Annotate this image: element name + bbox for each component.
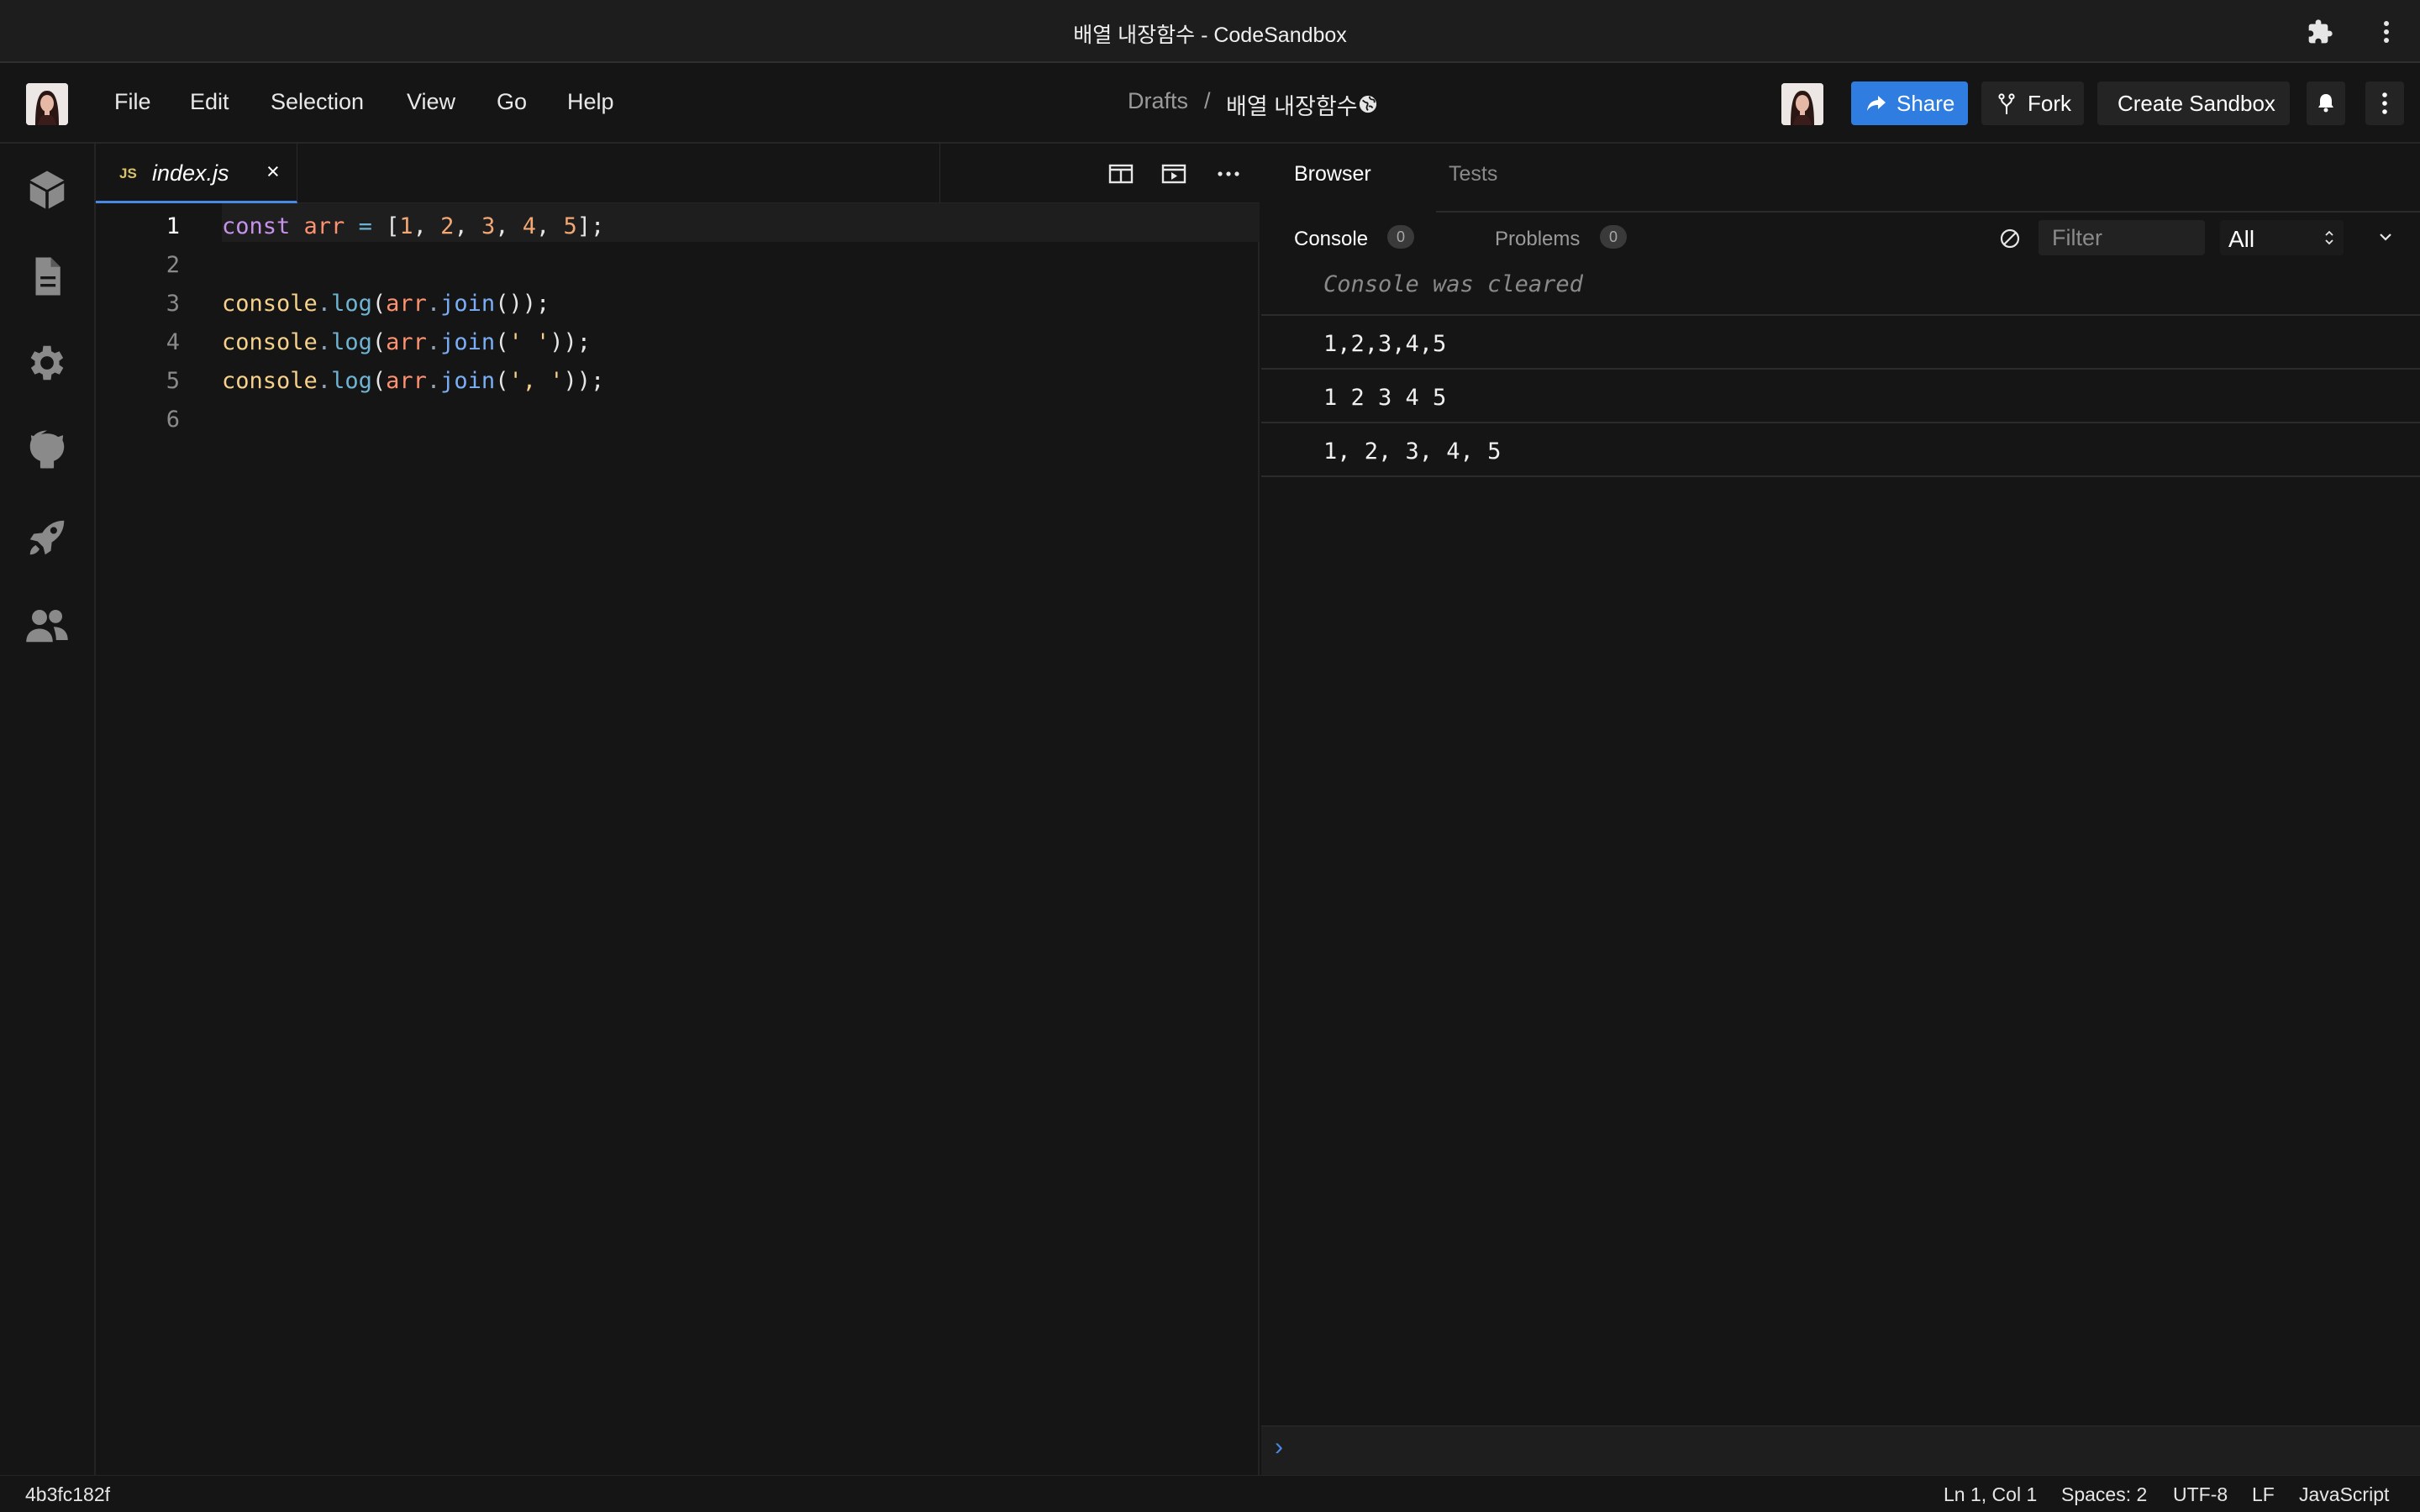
more-icon: [2380, 92, 2390, 115]
notifications-button[interactable]: [2307, 81, 2345, 125]
users-icon[interactable]: [24, 602, 70, 648]
box-icon[interactable]: [24, 167, 70, 213]
clear-console-icon[interactable]: [1999, 228, 2021, 249]
preview-tab-bar: [1261, 144, 2420, 213]
line-number: 1: [166, 213, 180, 239]
tab-tests[interactable]: Tests: [1449, 162, 1497, 186]
code-line-4: console.log(arr.join(' '));: [222, 329, 592, 355]
window-title: 배열 내장함수 - CodeSandbox: [1073, 24, 1347, 47]
line-ending[interactable]: LF: [2252, 1483, 2275, 1506]
extensions-icon[interactable]: [2307, 18, 2333, 45]
preview-panel: Browser Tests Console 0 Problems 0 Filte…: [1261, 144, 2420, 1475]
console-filter-input[interactable]: Filter: [2039, 220, 2205, 255]
tab-filename: index.js: [152, 160, 229, 186]
indentation[interactable]: Spaces: 2: [2061, 1483, 2147, 1506]
console-prompt-icon: ›: [1275, 1433, 1283, 1461]
share-button[interactable]: Share: [1851, 81, 1968, 125]
code-line-3: console.log(arr.join());: [222, 291, 550, 317]
tab-close-icon[interactable]: ×: [266, 159, 280, 185]
split-view-icon[interactable]: [1107, 160, 1134, 187]
code-editor: JS index.js × 1 2 3 4 5 6 const arr = [1…: [96, 144, 1260, 1475]
select-arrows-icon: [2324, 228, 2334, 247]
cursor-position[interactable]: Ln 1, Col 1: [1944, 1483, 2037, 1506]
menu-edit[interactable]: Edit: [190, 89, 229, 115]
title-bar: 배열 내장함수 - CodeSandbox: [0, 0, 2420, 63]
line-number: 3: [166, 291, 180, 317]
console-log-entry: 1,2,3,4,5: [1261, 316, 2420, 370]
activity-bar: [0, 144, 96, 1475]
menu-help[interactable]: Help: [567, 89, 614, 115]
status-bar: 4b3fc182f Ln 1, Col 1 Spaces: 2 UTF-8 LF…: [0, 1475, 2420, 1512]
console-input[interactable]: ›: [1261, 1425, 2420, 1475]
menu-go[interactable]: Go: [497, 89, 527, 115]
line-number: 4: [166, 329, 180, 355]
create-sandbox-button[interactable]: Create Sandbox: [2097, 81, 2290, 125]
console-cleared-message: Console was cleared: [1323, 271, 1583, 297]
editor-tab-bar: JS index.js ×: [96, 144, 1260, 203]
share-label: Share: [1897, 91, 1955, 116]
user-avatar[interactable]: [26, 83, 68, 125]
breadcrumb-drafts[interactable]: Drafts: [1128, 88, 1188, 114]
commit-hash: 4b3fc182f: [25, 1483, 111, 1505]
owner-avatar[interactable]: [1781, 83, 1823, 125]
file-encoding[interactable]: UTF-8: [2173, 1483, 2228, 1506]
split-editor-icon[interactable]: [939, 144, 940, 203]
editor-more-icon[interactable]: [1215, 160, 1242, 187]
log-level-value: All: [2228, 226, 2255, 252]
collapse-console-icon[interactable]: [2376, 228, 2395, 246]
rocket-icon[interactable]: [24, 515, 70, 560]
fork-icon: [1998, 93, 2015, 115]
menu-selection[interactable]: Selection: [271, 89, 364, 115]
code-line-1: const arr = [1, 2, 3, 4, 5];: [222, 213, 605, 239]
tab-console[interactable]: Console: [1294, 228, 1368, 251]
sandbox-name[interactable]: 배열 내장함수: [1226, 88, 1358, 121]
more-actions-button[interactable]: [2365, 81, 2404, 125]
console-log-text: 1, 2, 3, 4, 5: [1323, 438, 1502, 465]
menu-view[interactable]: View: [407, 89, 455, 115]
gear-icon[interactable]: [24, 340, 70, 386]
log-level-select[interactable]: All: [2220, 220, 2344, 255]
create-sandbox-label: Create Sandbox: [2118, 91, 2275, 116]
file-icon[interactable]: [24, 254, 70, 299]
fork-button[interactable]: Fork: [1981, 81, 2084, 125]
console-log-text: 1 2 3 4 5: [1323, 385, 1447, 411]
bell-icon: [2317, 92, 2335, 113]
menu-bar: File Edit Selection View Go Help Drafts …: [0, 63, 2420, 144]
tab-browser[interactable]: Browser: [1294, 162, 1371, 186]
share-icon: [1866, 94, 1886, 113]
fork-label: Fork: [2028, 91, 2071, 116]
console-log-entry: 1 2 3 4 5: [1261, 370, 2420, 423]
language-mode[interactable]: JavaScript: [2299, 1483, 2389, 1506]
console-count-badge: 0: [1387, 225, 1414, 249]
github-icon[interactable]: [24, 427, 70, 472]
line-number: 5: [166, 368, 180, 394]
preview-icon[interactable]: [1160, 160, 1187, 187]
line-number: 6: [166, 407, 180, 433]
code-line-5: console.log(arr.join(', '));: [222, 368, 605, 394]
browser-tab-underline: [1261, 211, 1436, 213]
tab-problems[interactable]: Problems: [1495, 228, 1580, 251]
line-number: 2: [166, 252, 180, 278]
problems-count-badge: 0: [1600, 225, 1627, 249]
window-more-icon[interactable]: [2376, 18, 2396, 45]
tab-index-js[interactable]: JS index.js ×: [96, 144, 297, 203]
menu-file[interactable]: File: [114, 89, 151, 115]
console-log-entry: 1, 2, 3, 4, 5: [1261, 423, 2420, 477]
breadcrumb-separator: /: [1204, 88, 1211, 113]
code-area[interactable]: 1 2 3 4 5 6 const arr = [1, 2, 3, 4, 5];…: [96, 203, 1260, 1475]
js-file-icon: JS: [119, 165, 137, 181]
console-log-text: 1,2,3,4,5: [1323, 331, 1447, 357]
globe-icon: [1359, 95, 1377, 113]
